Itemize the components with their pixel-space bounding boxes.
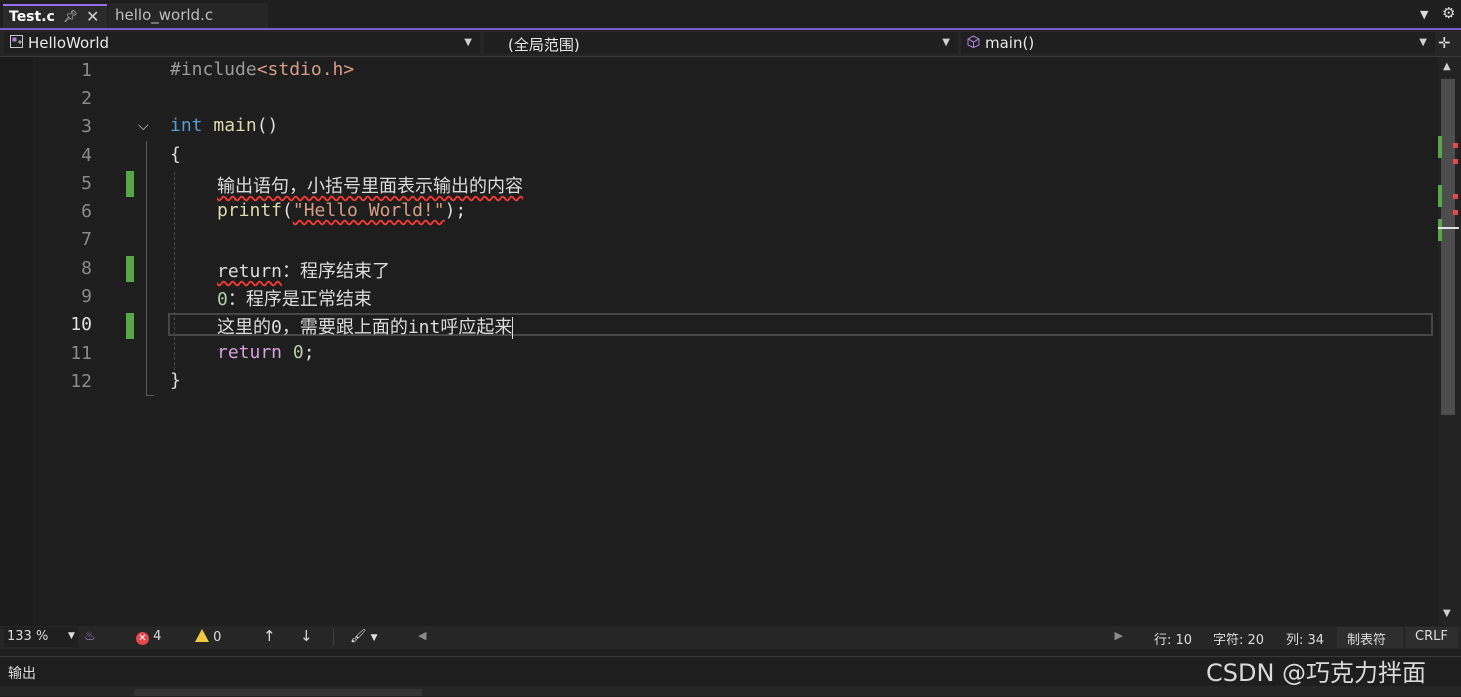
code-line: 5 输出语句，小括号里面表示输出的内容	[0, 170, 1438, 198]
line-number: 11	[70, 343, 92, 364]
caret-overview-marker	[1438, 227, 1459, 229]
line-number: 7	[81, 229, 92, 250]
error-overview-marker	[1453, 159, 1458, 164]
line-number: 5	[81, 173, 92, 194]
code-text: 输出语句，小括号里面表示输出的内容	[217, 176, 523, 197]
scope-dropdown[interactable]: (全局范围) ▼	[484, 32, 958, 54]
previous-issue-arrow-icon[interactable]: ↑	[263, 627, 276, 645]
watermark: CSDN @巧克力拌面	[1206, 659, 1427, 687]
project-label: HelloWorld	[28, 34, 110, 52]
column-indicator[interactable]: 列: 34	[1286, 629, 1324, 648]
chevron-down-icon[interactable]: ▼	[1420, 8, 1428, 21]
error-overview-marker	[1453, 143, 1458, 148]
warning-count[interactable]: 0	[195, 629, 221, 645]
tab-label: Test.c	[9, 9, 55, 25]
code-line: 4 {	[0, 142, 1438, 170]
close-icon[interactable]: ✕	[86, 7, 99, 26]
code-text: return：程序结束了	[217, 261, 391, 282]
project-dropdown[interactable]: HelloWorld ▼	[4, 32, 480, 54]
document-tab-strip: Test.c 📌︎ ✕ hello_world.c ▼ ⚙	[0, 0, 1461, 30]
line-number: 1	[81, 60, 92, 81]
line-ending-label: CRLF	[1415, 629, 1448, 644]
code-line: 2	[0, 85, 1438, 113]
change-overview-marker	[1438, 136, 1442, 158]
member-dropdown[interactable]: main() ▼	[961, 32, 1435, 54]
editor-status-bar: 133 % ▼ ♨ ✕ 4 0 ↑ ↓ 🖌︎ ▼ ◀ ▶ 行: 10 字符: 2…	[0, 626, 1461, 649]
code-editor[interactable]: ⌵ 1 #include<stdio.h> 2 3 int main() 4 {…	[0, 57, 1438, 626]
error-icon: ✕	[136, 632, 149, 645]
code-text: #include<stdio.h>	[170, 59, 355, 80]
scrollbar-thumb[interactable]	[1441, 79, 1455, 415]
code-text: printf("Hello World!");	[217, 200, 467, 221]
tab-test-c[interactable]: Test.c 📌︎ ✕	[3, 4, 107, 29]
code-line: 8 return：程序结束了	[0, 255, 1438, 283]
tab-hello-world-c[interactable]: hello_world.c	[108, 3, 268, 28]
error-count[interactable]: ✕ 4	[136, 629, 161, 645]
copilot-icon[interactable]: ♨	[84, 629, 96, 644]
chevron-down-icon: ▼	[464, 37, 472, 48]
line-number: 12	[70, 371, 92, 392]
warning-icon	[195, 629, 209, 642]
line-ending-button[interactable]: CRLF	[1406, 627, 1458, 648]
code-text: return 0;	[217, 342, 315, 363]
code-text: {	[170, 144, 181, 165]
chevron-down-icon: ▼	[1419, 37, 1427, 48]
code-text: }	[170, 370, 181, 391]
code-text: 0：程序是正常结束	[217, 289, 372, 310]
vertical-scrollbar[interactable]: ▲ ▼	[1438, 57, 1461, 626]
chevron-down-icon: ▼	[68, 631, 75, 641]
cube-icon	[967, 35, 980, 48]
project-icon	[10, 35, 23, 48]
line-indicator[interactable]: 行: 10	[1154, 629, 1192, 648]
indent-mode-button[interactable]: 制表符	[1337, 627, 1403, 648]
code-line: 10 这里的0，需要跟上面的int呼应起来	[0, 311, 1438, 339]
zoom-dropdown[interactable]: 133 % ▼	[4, 627, 78, 647]
gear-icon[interactable]: ⚙	[1442, 4, 1455, 22]
code-line: 12 }	[0, 368, 1438, 396]
output-panel-title: 输出	[8, 666, 36, 682]
navigation-bar: HelloWorld ▼ (全局范围) ▼ main() ▼ ✛	[0, 30, 1461, 57]
code-cleanup-icon[interactable]: 🖌︎ ▼	[350, 629, 378, 644]
code-line: 3 int main()	[0, 113, 1438, 141]
zoom-level: 133 %	[7, 629, 49, 644]
separator	[333, 628, 334, 646]
tab-label: hello_world.c	[115, 6, 214, 24]
code-text: int main()	[170, 115, 279, 136]
scroll-up-icon[interactable]: ▲	[1443, 61, 1451, 72]
change-overview-marker	[1438, 185, 1442, 207]
code-line: 1 #include<stdio.h>	[0, 57, 1438, 85]
next-issue-arrow-icon[interactable]: ↓	[300, 627, 313, 645]
output-source-dropdown[interactable]	[134, 689, 422, 696]
indent-mode-label: 制表符	[1347, 633, 1387, 648]
chevron-down-icon: ▼	[942, 37, 950, 48]
member-label: main()	[985, 34, 1035, 52]
code-line: 7	[0, 226, 1438, 254]
line-number: 6	[81, 201, 92, 222]
code-line: 11 return 0;	[0, 340, 1438, 368]
code-line: 9 0：程序是正常结束	[0, 283, 1438, 311]
scroll-right-icon[interactable]: ▶	[1115, 629, 1123, 642]
code-line: 6 printf("Hello World!");	[0, 198, 1438, 226]
line-number: 3	[81, 116, 92, 137]
line-number: 8	[81, 258, 92, 279]
error-overview-marker	[1453, 194, 1458, 199]
scope-label: (全局范围)	[508, 36, 580, 54]
line-number: 4	[81, 145, 92, 166]
line-number: 10	[70, 314, 92, 335]
text-caret	[512, 317, 514, 339]
horizontal-scrollbar[interactable]: ◀ ▶	[418, 629, 1123, 645]
line-number: 2	[81, 88, 92, 109]
scroll-down-icon[interactable]: ▼	[1443, 608, 1451, 619]
error-overview-marker	[1453, 210, 1458, 215]
scroll-left-icon[interactable]: ◀	[418, 629, 426, 642]
line-number: 9	[81, 286, 92, 307]
char-indicator[interactable]: 字符: 20	[1213, 629, 1264, 648]
pin-icon[interactable]: 📌︎	[63, 9, 78, 23]
code-text: 这里的0，需要跟上面的int呼应起来	[217, 317, 514, 339]
change-overview-marker	[1438, 219, 1442, 241]
split-editor-icon[interactable]: ✛	[1438, 34, 1451, 52]
